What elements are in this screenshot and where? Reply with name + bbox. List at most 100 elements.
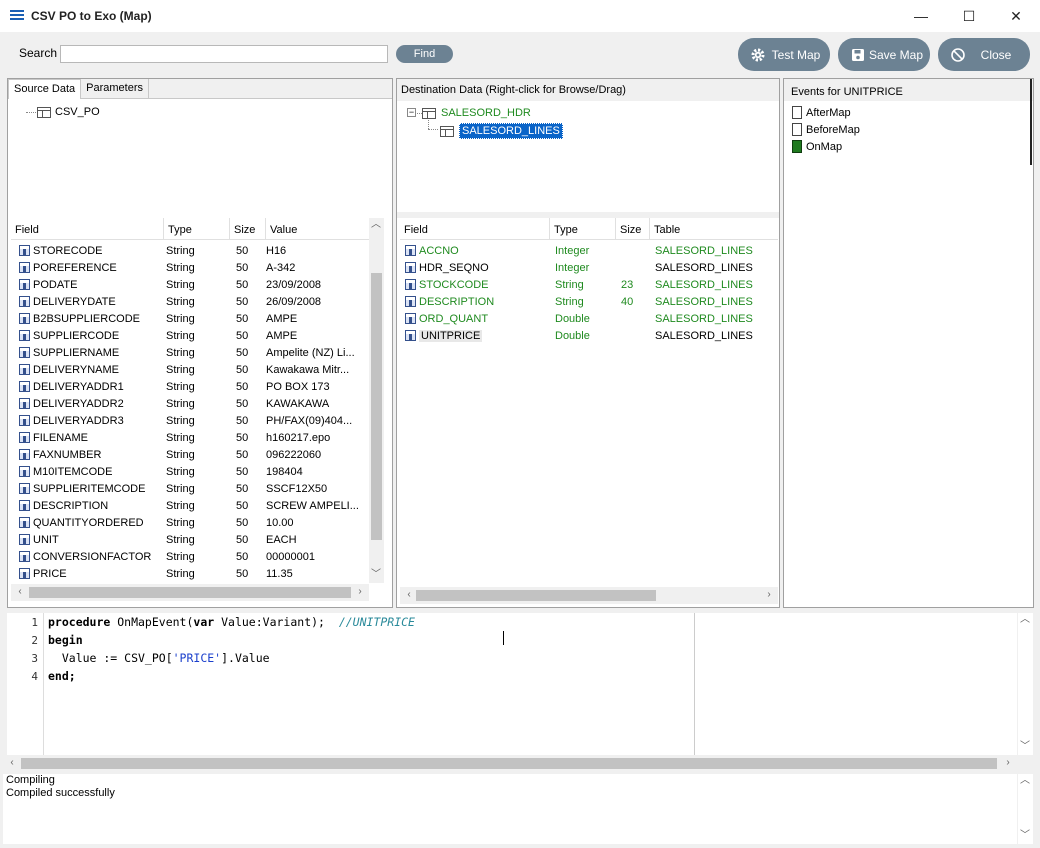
source-tree-root-label: CSV_PO [55,106,100,118]
table-row[interactable]: ACCNO Integer SALESORD_LINES [405,242,775,259]
table-row[interactable]: QUANTITYORDERED String 50 10.00 [19,514,358,531]
scroll-down-arrow[interactable]: ﹀ [1018,829,1032,843]
table-row[interactable]: DELIVERYADDR3 String 50 PH/FAX(09)404... [19,412,358,429]
events-scroll-thumb[interactable] [1030,79,1032,165]
size-cell: 50 [236,380,249,393]
close-button[interactable]: Close [938,38,1030,71]
field-cell: UNITPRICE [405,329,555,342]
scroll-right-arrow[interactable]: › [353,585,367,599]
col-size[interactable]: Size [616,218,650,240]
maximize-button[interactable]: ☐ [946,0,992,32]
event-after-map[interactable]: AfterMap [792,106,851,119]
menu-icon[interactable] [10,10,24,22]
col-type[interactable]: Type [164,218,230,240]
size-cell: 50 [236,261,249,274]
dest-tree-child-label: SALESORD_LINES [459,123,563,139]
editor-hscrollbar[interactable]: ‹ › [3,755,1017,772]
table-row[interactable]: STOCKCODE String 23 SALESORD_LINES [405,276,775,293]
code-editor[interactable]: 1 2 3 4 procedure OnMapEvent(var Value:V… [7,613,1017,755]
dest-tree-root[interactable]: SALESORD_HDR [422,107,531,119]
table-row[interactable]: SUPPLIERCODE String 50 AMPE [19,327,358,344]
scroll-down-arrow[interactable]: ﹀ [369,568,383,582]
field-cell: DESCRIPTION [19,500,166,512]
scroll-up-arrow[interactable]: ︿ [1018,613,1032,627]
scroll-left-arrow[interactable]: ‹ [402,588,416,602]
table-row[interactable]: DELIVERYDATE String 50 26/09/2008 [19,293,358,310]
log-vscrollbar[interactable]: ︿ ﹀ [1018,774,1033,844]
table-row[interactable]: CONVERSIONFACTOR String 50 00000001 [19,548,358,565]
window-close-button[interactable]: ✕ [993,0,1039,32]
scroll-left-arrow[interactable]: ‹ [13,585,27,599]
type-cell: String [555,278,584,291]
event-before-map[interactable]: BeforeMap [792,123,860,136]
field-name: DESCRIPTION [419,295,495,308]
table-row[interactable]: POREFERENCE String 50 A-342 [19,259,358,276]
field-name: ACCNO [419,244,459,257]
scroll-thumb[interactable] [416,590,656,601]
col-table[interactable]: Table [650,218,778,240]
table-row[interactable]: DELIVERYADDR1 String 50 PO BOX 173 [19,378,358,395]
table-row[interactable]: DELIVERYADDR2 String 50 KAWAKAWA [19,395,358,412]
table-row[interactable]: PRICE String 50 11.35 [19,565,358,582]
table-row[interactable]: B2BSUPPLIERCODE String 50 AMPE [19,310,358,327]
col-field[interactable]: Field [400,218,550,240]
source-vscrollbar[interactable]: ︿ ﹀ [369,218,384,583]
field-icon [19,364,30,376]
minimize-button[interactable]: — [898,0,944,32]
source-tree-root[interactable]: CSV_PO [37,106,100,118]
col-value[interactable]: Value [266,218,369,240]
find-button[interactable]: Find [396,45,453,63]
search-input[interactable] [60,45,388,63]
table-row[interactable]: DESCRIPTION String 50 SCREW AMPELI... [19,497,358,514]
size-cell: 50 [236,448,249,461]
test-map-button[interactable]: Test Map [738,38,830,71]
table-row[interactable]: SUPPLIERNAME String 50 Ampelite (NZ) Li... [19,344,358,361]
col-type[interactable]: Type [550,218,616,240]
field-name: HDR_SEQNO [419,261,489,274]
event-on-map[interactable]: OnMap [792,140,842,153]
tab-parameters[interactable]: Parameters [81,79,150,99]
type-cell: String [166,380,195,393]
table-row[interactable]: M10ITEMCODE String 50 198404 [19,463,358,480]
table-row[interactable]: DESCRIPTION String 40 SALESORD_LINES [405,293,775,310]
keyword: procedure [48,615,111,629]
type-cell: Integer [555,244,590,257]
scroll-up-arrow[interactable]: ︿ [369,218,383,232]
field-icon [405,330,416,342]
dest-hscrollbar[interactable]: ‹ › [400,587,778,604]
table-row[interactable]: UNITPRICE Double SALESORD_LINES [405,327,775,344]
col-size[interactable]: Size [230,218,266,240]
table-row[interactable]: FILENAME String 50 h160217.epo [19,429,358,446]
size-cell: 23 [621,278,634,291]
table-row[interactable]: STORECODE String 50 H16 [19,242,358,259]
code-text: Value := CSV_PO[ [48,651,173,665]
scroll-left-arrow[interactable]: ‹ [5,756,19,770]
search-label: Search [19,46,58,60]
scroll-down-arrow[interactable]: ﹀ [1018,740,1032,754]
table-row[interactable]: ORD_QUANT Double SALESORD_LINES [405,310,775,327]
table-row[interactable]: DELIVERYNAME String 50 Kawakawa Mitr... [19,361,358,378]
collapse-toggle[interactable]: − [407,108,416,117]
table-row[interactable]: UNIT String 50 EACH [19,531,358,548]
size-cell: 50 [236,431,249,444]
field-name: UNIT [33,533,59,546]
dest-tree-child[interactable]: SALESORD_LINES [440,123,563,139]
table-row[interactable]: PODATE String 50 23/09/2008 [19,276,358,293]
scroll-right-arrow[interactable]: › [762,588,776,602]
editor-vscrollbar[interactable]: ︿ ﹀ [1018,613,1033,755]
source-hscrollbar[interactable]: ‹ › [11,584,369,601]
scroll-up-arrow[interactable]: ︿ [1018,774,1032,788]
scroll-thumb[interactable] [21,758,997,769]
col-field[interactable]: Field [11,218,164,240]
type-cell: String [166,312,195,325]
table-row[interactable]: HDR_SEQNO Integer SALESORD_LINES [405,259,775,276]
scroll-thumb[interactable] [371,273,382,540]
size-cell: 50 [236,482,249,495]
save-map-button[interactable]: Save Map [838,38,930,71]
table-row[interactable]: FAXNUMBER String 50 096222060 [19,446,358,463]
code-line-3: Value := CSV_PO['PRICE'].Value [48,651,270,665]
scroll-thumb[interactable] [29,587,351,598]
tab-source-data[interactable]: Source Data [8,79,82,99]
table-row[interactable]: SUPPLIERITEMCODE String 50 SSCF12X50 [19,480,358,497]
scroll-right-arrow[interactable]: › [1001,756,1015,770]
